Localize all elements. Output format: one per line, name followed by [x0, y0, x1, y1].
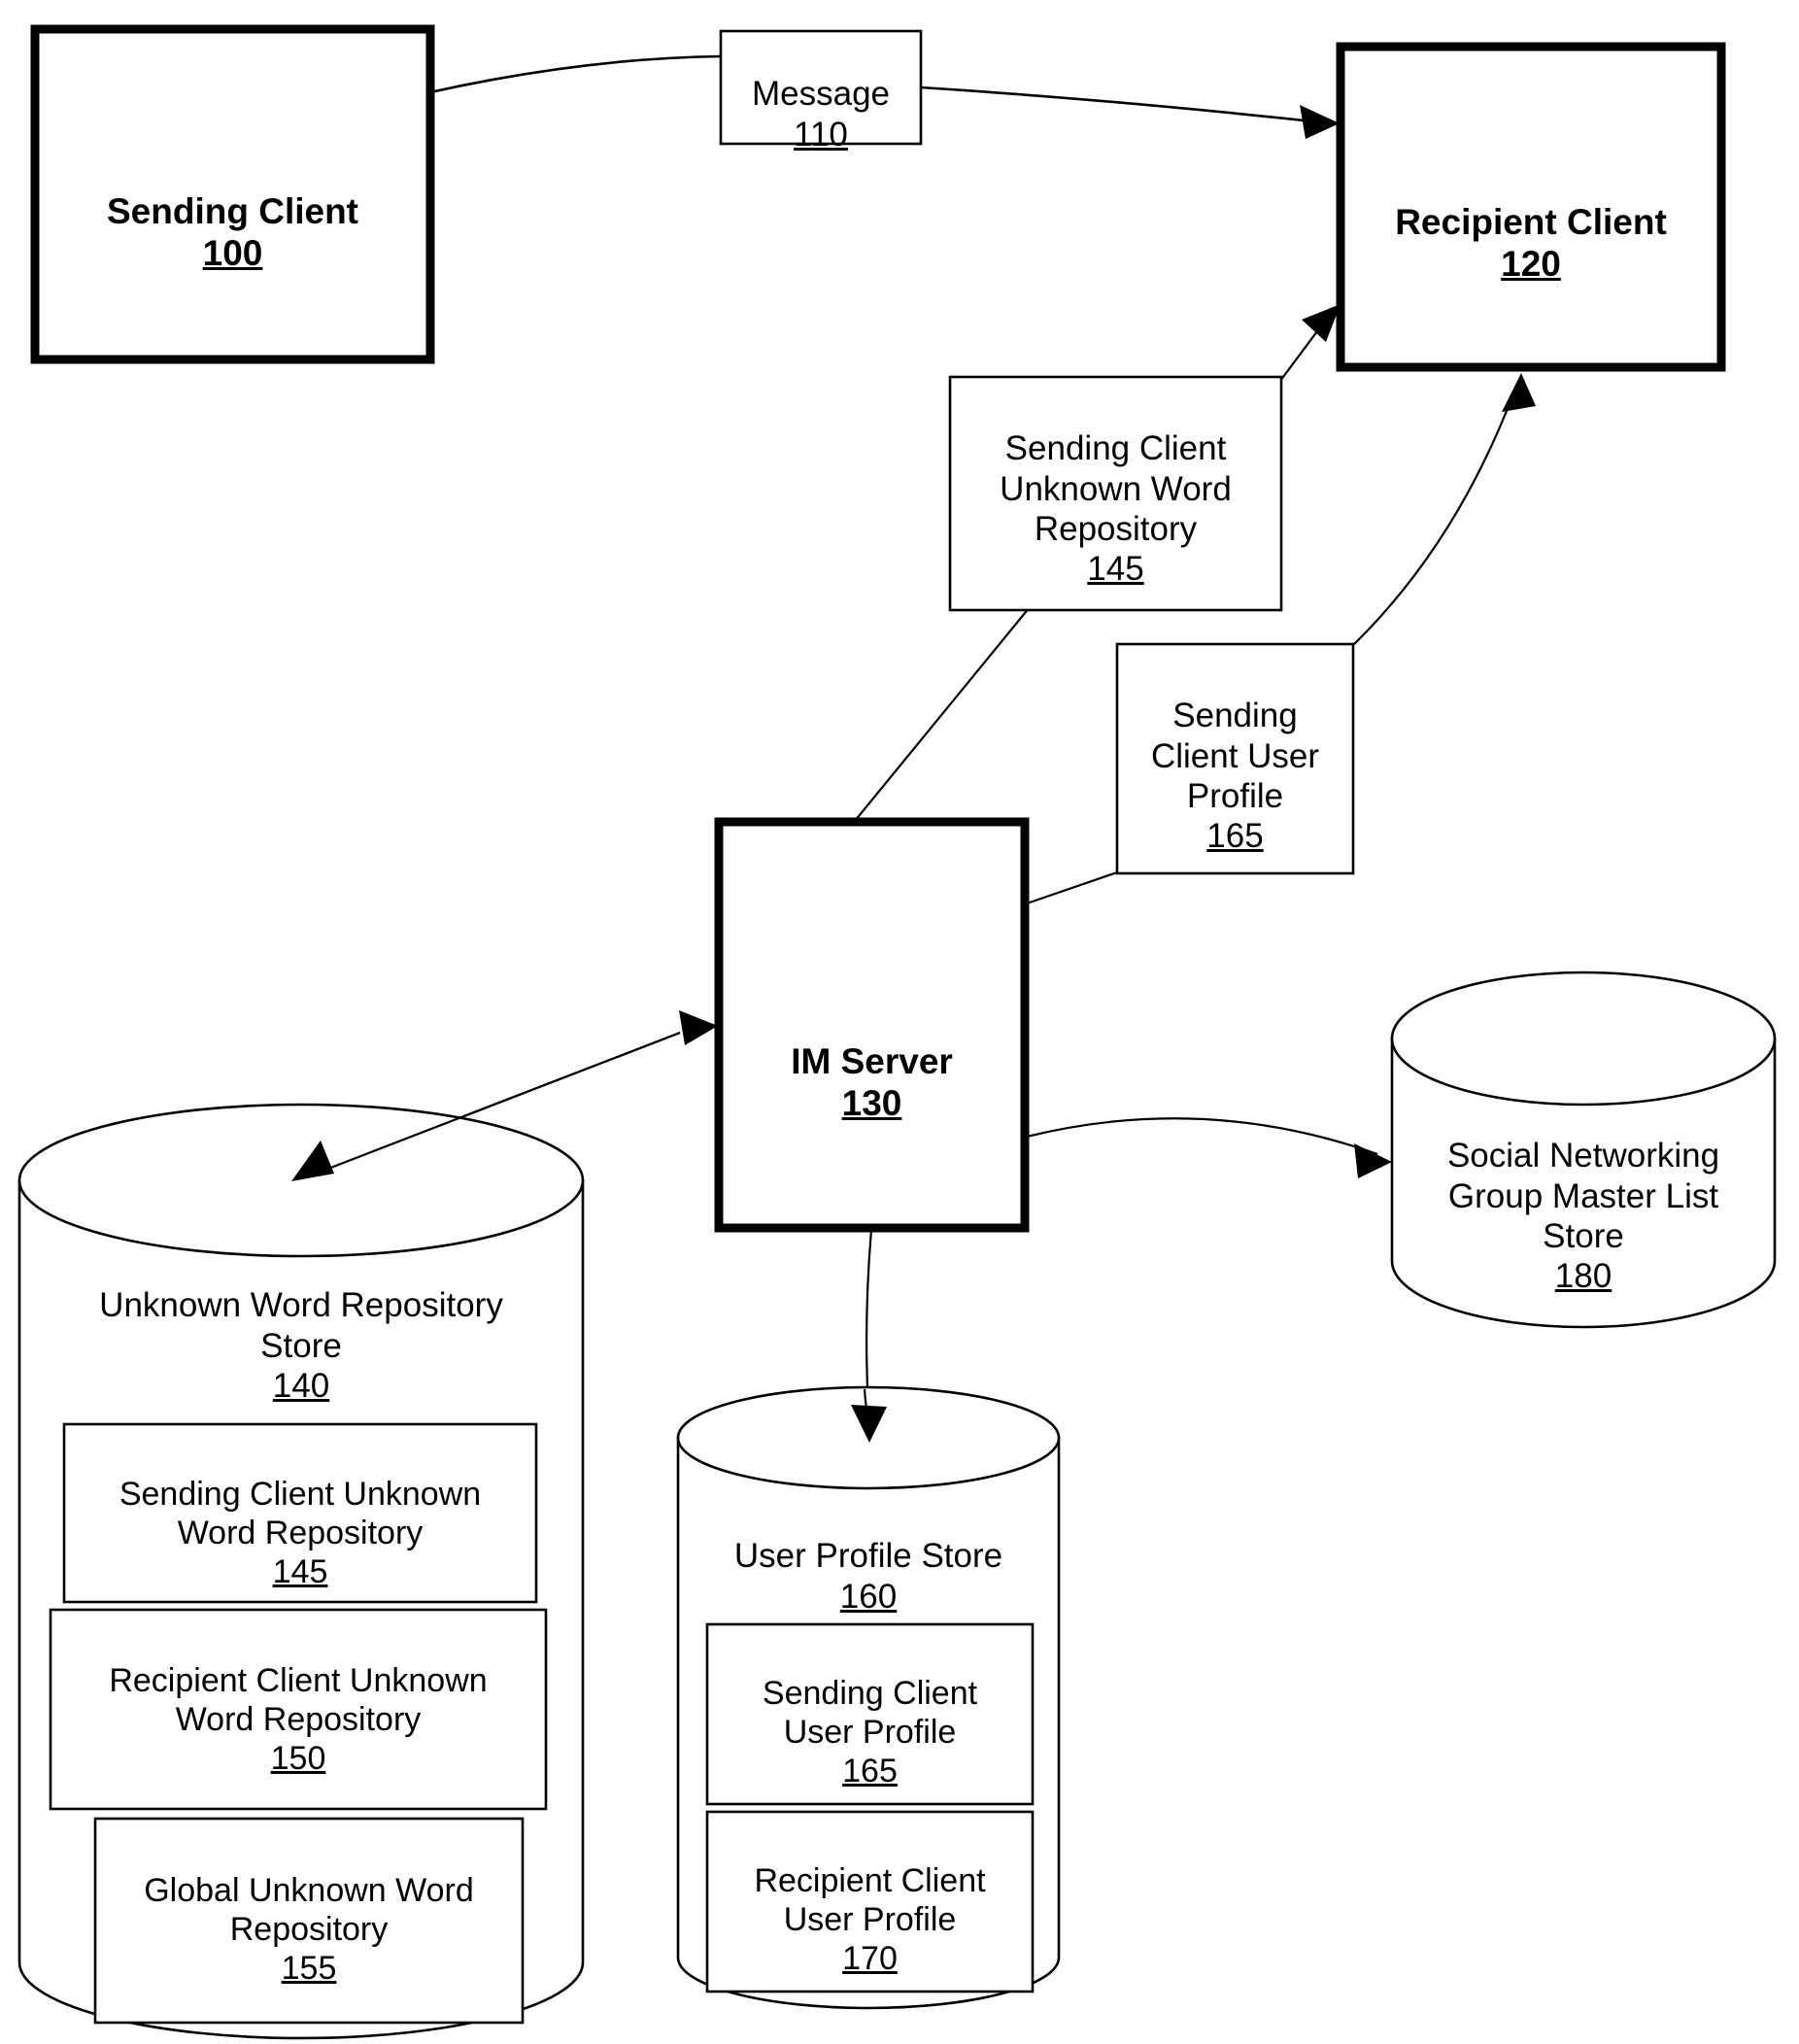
label-sngmls-title: Social Networking Group Master List Stor…	[1446, 1137, 1720, 1255]
label-ups-title: User Profile Store	[733, 1537, 1003, 1576]
label-uwrs-item-145: Sending Client Unknown Word Repository 1…	[64, 1436, 536, 1631]
connector-im-server-to-social-networking-store	[1026, 1117, 1378, 1156]
connector-sending-client-to-message	[429, 54, 722, 94]
label-uwrs-item-150: Recipient Client Unknown Word Repository…	[51, 1622, 546, 1818]
label-uwrs-item-155-ref: 155	[281, 1950, 337, 1988]
label-sending-client-title: Sending Client	[107, 190, 358, 231]
label-uwrs-item-155: Global Unknown Word Repository 155	[95, 1832, 523, 2027]
label-recipient-client-ref: 120	[1501, 244, 1561, 285]
label-ups-item-170-ref: 170	[842, 1940, 898, 1978]
arrowhead-message-to-recipient-client	[1300, 105, 1340, 139]
label-unknown-word-repository-store: Unknown Word Repository Store 140	[19, 1245, 583, 1446]
connector-scup165-to-recipient-client	[1351, 388, 1517, 647]
label-im-server-ref: 130	[841, 1083, 902, 1124]
label-uwrs-item-150-ref: 150	[270, 1740, 326, 1778]
label-scup-ref: 165	[1206, 817, 1264, 856]
label-uwrs-item-150-title: Recipient Client Unknown Word Repository	[109, 1662, 488, 1739]
label-uwrs-item-145-ref: 145	[272, 1553, 328, 1591]
label-message-title: Message	[751, 75, 891, 114]
arrowhead-scup165-to-recipient-client	[1502, 373, 1536, 412]
label-sending-client-unknown-word-repository: Sending Client Unknown Word Repository 1…	[950, 389, 1281, 630]
label-recipient-client-title: Recipient Client	[1395, 201, 1667, 242]
label-recipient-client: Recipient Client 120	[1341, 158, 1721, 328]
label-uwrs-title: Unknown Word Repository Store	[99, 1286, 503, 1365]
connector-im-server-to-scup165	[1026, 870, 1118, 905]
label-sending-client: Sending Client 100	[35, 148, 430, 318]
label-message: Message 110	[721, 34, 921, 194]
connector-im-server-to-user-profile-store	[865, 1229, 873, 1410]
label-sending-client-user-profile: Sending Client User Profile 165	[1117, 656, 1353, 897]
arrowhead-scuwr145-to-recipient-client	[1302, 304, 1341, 342]
label-ups-item-165-ref: 165	[842, 1753, 898, 1790]
label-ups-item-165-title: Sending Client User Profile	[762, 1675, 978, 1752]
diagram-canvas: Sending Client 100 Message 110 Recipient…	[0, 0, 1799, 2044]
label-uwrs-item-145-title: Sending Client Unknown Word Repository	[119, 1476, 482, 1552]
label-ups-item-170-title: Recipient Client User Profile	[754, 1862, 986, 1939]
arrowhead-im-server-to-social-networking-store	[1354, 1143, 1392, 1178]
label-im-server: IM Server 130	[719, 998, 1025, 1168]
label-scuwr-title: Sending Client Unknown Word Repository	[1000, 429, 1232, 548]
label-sending-client-ref: 100	[202, 233, 263, 274]
label-uwrs-item-155-title: Global Unknown Word Repository	[144, 1872, 474, 1949]
label-user-profile-store: User Profile Store 160	[678, 1496, 1059, 1656]
label-message-ref: 110	[794, 115, 848, 153]
connector-message-to-recipient-client	[920, 85, 1333, 125]
label-ups-item-165: Sending Client User Profile 165	[707, 1635, 1033, 1830]
arrowhead-uwr-store-to-im-server	[679, 1010, 718, 1045]
label-ups-ref: 160	[839, 1577, 898, 1616]
label-scuwr-ref: 145	[1087, 550, 1144, 589]
label-ups-item-170: Recipient Client User Profile 170	[707, 1823, 1033, 2018]
label-uwrs-ref: 140	[272, 1366, 330, 1405]
label-sngmls-ref: 180	[1554, 1257, 1612, 1296]
label-scup-title: Sending Client User Profile	[1150, 697, 1320, 815]
connector-im-server-to-scuwr145	[854, 606, 1031, 822]
label-im-server-title: IM Server	[791, 1040, 953, 1081]
label-social-networking-group-master-list-store: Social Networking Group Master List Stor…	[1392, 1096, 1775, 1337]
